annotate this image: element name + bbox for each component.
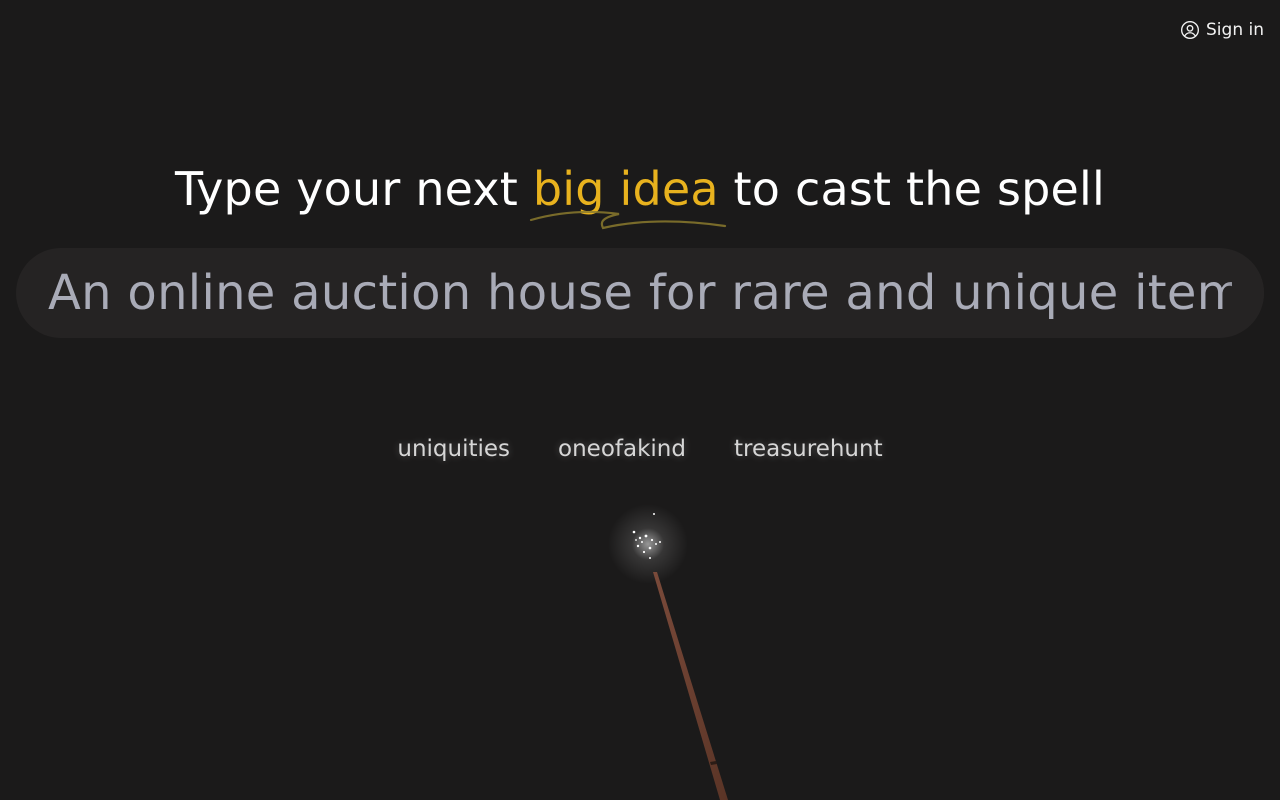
headline-before: Type your next — [174, 162, 533, 216]
suggestion-oneofakind[interactable]: oneofakind — [558, 436, 686, 462]
page-title: Type your next big idea to cast the spel… — [0, 162, 1280, 230]
magic-wand-icon — [608, 504, 728, 800]
idea-input[interactable] — [48, 265, 1232, 321]
sign-in-button[interactable]: Sign in — [1180, 20, 1264, 40]
headline-after: to cast the spell — [718, 162, 1106, 216]
headline-highlight: big idea — [529, 162, 726, 230]
name-suggestions: uniquities oneofakind treasurehunt — [0, 436, 1280, 462]
wand-cursor — [560, 500, 760, 800]
headline-highlight-text: big idea — [532, 162, 719, 216]
suggestion-treasurehunt[interactable]: treasurehunt — [734, 436, 883, 462]
sparkles-icon — [608, 504, 688, 584]
idea-input-container — [16, 248, 1264, 338]
user-circle-icon — [1180, 20, 1200, 40]
suggestion-uniquities[interactable]: uniquities — [397, 436, 510, 462]
sign-in-label: Sign in — [1206, 20, 1264, 40]
